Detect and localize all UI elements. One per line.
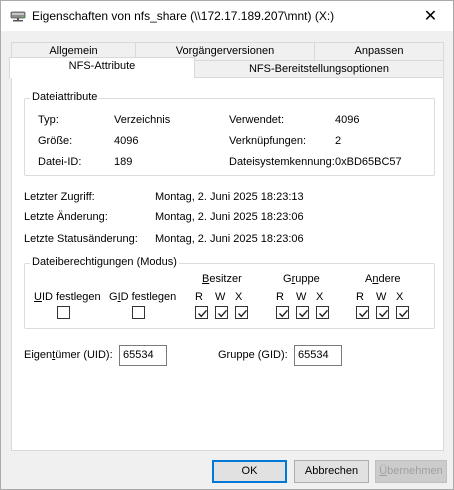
last-modify-label: Letzte Änderung: — [24, 211, 108, 223]
others-execute-checkbox[interactable] — [396, 306, 409, 319]
gid-set-checkbox[interactable] — [132, 306, 145, 319]
group-heading: Gruppe — [283, 273, 320, 285]
fileid-value: 189 — [114, 156, 133, 168]
owner-x-label: X — [235, 291, 243, 303]
group-title: Dateiattribute — [30, 91, 100, 103]
others-r-label: R — [356, 291, 364, 303]
tab-anpassen[interactable]: Anpassen — [314, 42, 444, 60]
last-status-label: Letzte Statusänderung: — [24, 233, 138, 245]
file-attributes-group: Dateiattribute Typ: Verzeichnis Größe: 4… — [24, 91, 435, 176]
group-gid-label: Gruppe (GID): — [218, 349, 288, 361]
group-execute-checkbox[interactable] — [316, 306, 329, 319]
checkmark-icon — [359, 309, 369, 318]
fileid-label: Datei-ID: — [38, 156, 82, 168]
gid-set-label: GID festlegen — [109, 291, 177, 303]
uid-set-label: UID festlegen — [34, 291, 101, 303]
ok-button[interactable]: OK — [212, 460, 287, 483]
owner-write-checkbox[interactable] — [215, 306, 228, 319]
size-label: Größe: — [38, 135, 73, 147]
tab-nfs-attribute[interactable]: NFS-Attribute — [9, 57, 195, 78]
checkmark-icon — [379, 309, 389, 318]
owner-uid-label: Eigentümer (UID): — [24, 349, 113, 361]
group-gid-field[interactable]: 65534 — [294, 345, 342, 366]
group-write-checkbox[interactable] — [296, 306, 309, 319]
group-x-label: X — [316, 291, 324, 303]
links-label: Verknüpfungen: — [229, 135, 307, 147]
close-button[interactable]: ✕ — [408, 1, 453, 31]
last-status-value: Montag, 2. Juni 2025 18:23:06 — [155, 233, 304, 245]
last-access-label: Letzter Zugriff: — [24, 191, 95, 203]
owner-r-label: R — [195, 291, 203, 303]
checkmark-icon — [218, 309, 228, 318]
fsid-label: Dateisystemkennung: — [229, 156, 335, 168]
used-label: Verwendet: — [229, 114, 285, 126]
last-access-value: Montag, 2. Juni 2025 18:23:13 — [155, 191, 304, 203]
checkmark-icon — [238, 309, 248, 318]
type-value: Verzeichnis — [114, 114, 171, 126]
group-w-label: W — [296, 291, 307, 303]
group-title: Dateiberechtigungen (Modus) — [30, 256, 179, 268]
uid-set-checkbox[interactable] — [57, 306, 70, 319]
tab-nfs-bereitstellungsoptionen[interactable]: NFS-Bereitstellungsoptionen — [194, 60, 444, 78]
links-value: 2 — [335, 135, 342, 147]
fsid-value: 0xBD65BC57 — [335, 156, 402, 168]
owner-execute-checkbox[interactable] — [235, 306, 248, 319]
size-value: 4096 — [114, 135, 139, 147]
cancel-button[interactable]: Abbrechen — [294, 460, 369, 483]
owner-heading: Besitzer — [202, 273, 242, 285]
others-read-checkbox[interactable] — [356, 306, 369, 319]
checkmark-icon — [319, 309, 329, 318]
properties-dialog: Eigenschaften von nfs_share (\\172.17.18… — [0, 0, 454, 490]
checkmark-icon — [198, 309, 208, 318]
group-r-label: R — [276, 291, 284, 303]
owner-uid-field[interactable]: 65534 — [119, 345, 167, 366]
others-write-checkbox[interactable] — [376, 306, 389, 319]
title-bar: Eigenschaften von nfs_share (\\172.17.18… — [1, 1, 453, 31]
others-heading: Andere — [365, 273, 401, 285]
window-title: Eigenschaften von nfs_share (\\172.17.18… — [32, 9, 335, 23]
last-modify-value: Montag, 2. Juni 2025 18:23:06 — [155, 211, 304, 223]
apply-button[interactable]: Übernehmen — [375, 460, 447, 483]
checkmark-icon — [299, 309, 309, 318]
tab-panel: Dateiattribute Typ: Verzeichnis Größe: 4… — [11, 77, 444, 451]
owner-w-label: W — [215, 291, 226, 303]
used-value: 4096 — [335, 114, 360, 126]
group-read-checkbox[interactable] — [276, 306, 289, 319]
close-icon: ✕ — [423, 8, 438, 25]
permissions-group: Dateiberechtigungen (Modus) UID festlege… — [24, 256, 435, 329]
owner-read-checkbox[interactable] — [195, 306, 208, 319]
type-label: Typ: — [38, 114, 59, 126]
checkmark-icon — [399, 309, 409, 318]
network-drive-icon — [10, 10, 26, 22]
others-x-label: X — [396, 291, 404, 303]
others-w-label: W — [376, 291, 387, 303]
checkmark-icon — [279, 309, 289, 318]
